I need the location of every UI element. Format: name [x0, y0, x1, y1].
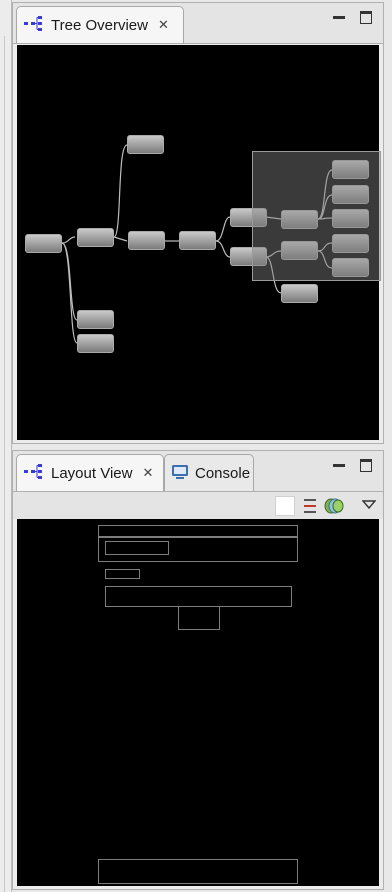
close-icon[interactable]: ✕: [158, 17, 169, 33]
layout-view-toolbar: [13, 492, 383, 519]
tree-canvas[interactable]: [17, 45, 381, 440]
tab-label: Layout View: [51, 464, 133, 482]
tree-node[interactable]: [281, 284, 318, 303]
list-icon[interactable]: [302, 496, 318, 516]
tree-node[interactable]: [77, 228, 114, 247]
tab-layout-view[interactable]: Layout View ✕: [16, 454, 164, 491]
close-icon[interactable]: ✕: [142, 465, 153, 481]
tree-node[interactable]: [77, 334, 114, 353]
layout-element[interactable]: [105, 541, 169, 555]
layout-element[interactable]: [105, 586, 292, 607]
layout-view-panel: Layout View ✕ Console: [12, 450, 384, 890]
tree-overview-tabbar: Tree Overview ✕: [13, 3, 383, 44]
tree-node[interactable]: [77, 310, 114, 329]
tree-node[interactable]: [25, 234, 62, 253]
blank-icon[interactable]: [275, 496, 295, 516]
tree-node[interactable]: [179, 231, 216, 250]
tab-label: Console: [195, 464, 251, 482]
layout-view-tabbar: Layout View ✕ Console: [13, 451, 383, 492]
tab-label: Tree Overview: [51, 16, 148, 34]
console-icon: [171, 464, 189, 483]
layout-canvas[interactable]: [17, 519, 379, 886]
view-menu-icon[interactable]: [361, 498, 377, 510]
layout-element[interactable]: [178, 606, 220, 630]
tab-console[interactable]: Console: [164, 454, 254, 491]
hierarchy-icon: [23, 463, 45, 483]
maximize-icon[interactable]: [360, 11, 372, 24]
tree-overview-panel: Tree Overview ✕: [12, 2, 384, 444]
layout-element[interactable]: [98, 525, 298, 537]
panel-divider: [4, 36, 5, 892]
minimize-icon[interactable]: [333, 16, 345, 19]
viewport-indicator[interactable]: [252, 151, 381, 281]
minimize-icon[interactable]: [333, 464, 345, 467]
tree-node[interactable]: [128, 231, 165, 250]
layout-element[interactable]: [98, 859, 298, 884]
tab-tree-overview[interactable]: Tree Overview ✕: [16, 6, 184, 43]
layers-icon[interactable]: [323, 495, 345, 517]
left-panel-edge: [0, 0, 12, 892]
layout-element[interactable]: [105, 569, 140, 579]
maximize-icon[interactable]: [360, 459, 372, 472]
hierarchy-icon: [23, 15, 45, 35]
tree-node[interactable]: [127, 135, 164, 154]
